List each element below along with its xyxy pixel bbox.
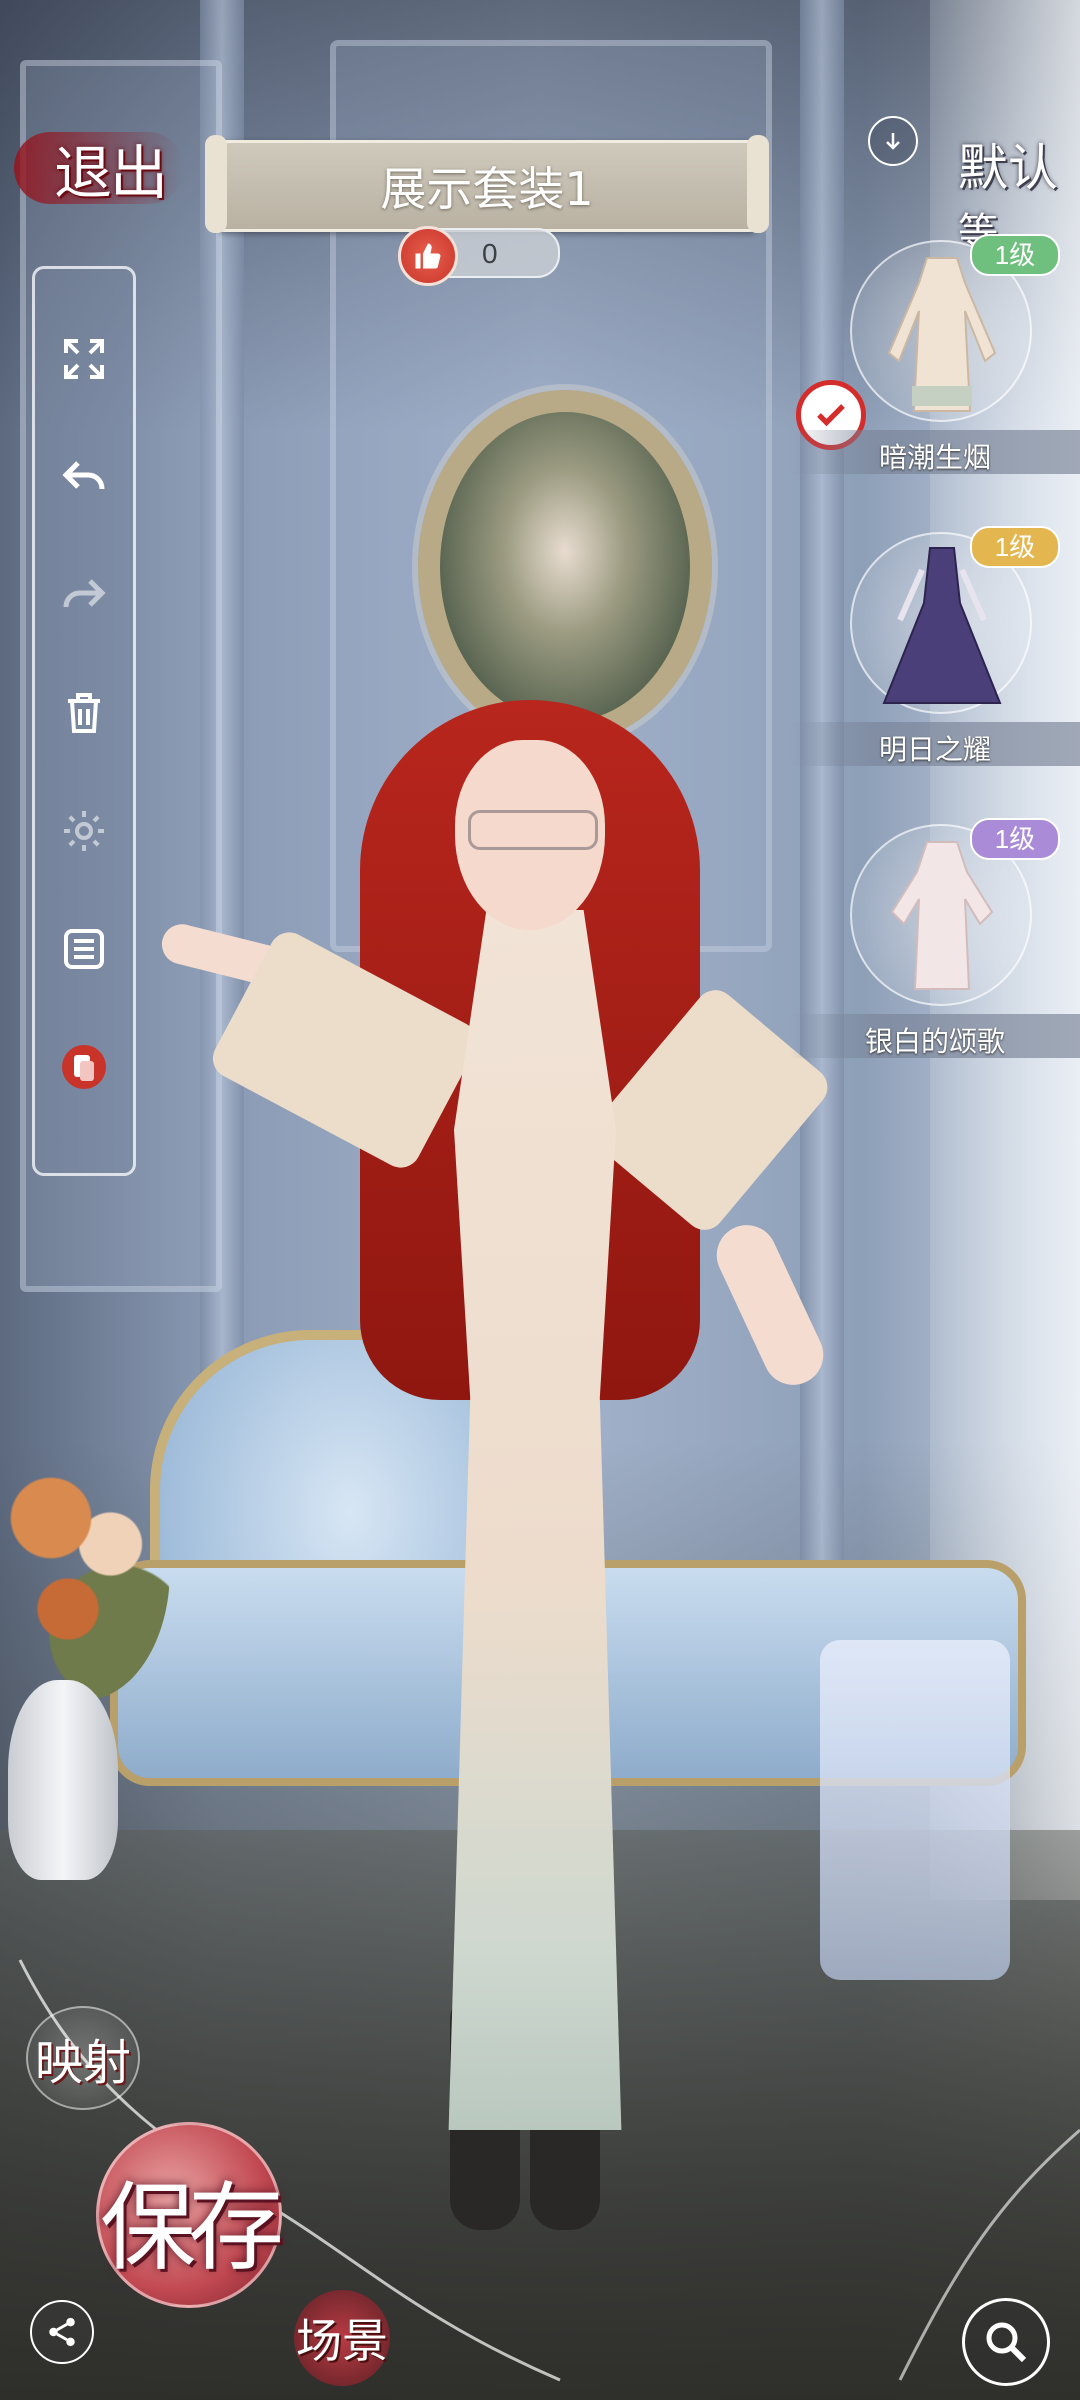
- outfit-title: 展示套装1: [380, 162, 594, 216]
- undo-button[interactable]: [54, 447, 114, 507]
- outfit-list-button[interactable]: [54, 919, 114, 979]
- game-scene: 退出 展示套装1 0 默认等 1级 暗潮生烟 1级 明日之耀 1级 银白的颂歌 …: [0, 0, 1080, 2400]
- like-count: 0: [482, 238, 498, 269]
- zoom-button[interactable]: [962, 2298, 1050, 2386]
- oval-mirror: [418, 390, 712, 744]
- like-counter[interactable]: 0: [398, 226, 560, 286]
- exit-label: 退出: [54, 139, 168, 207]
- outfit-name: 暗潮生烟: [878, 442, 991, 473]
- trash-icon: [68, 693, 100, 733]
- share-icon: [49, 2317, 75, 2347]
- photo-swap-button[interactable]: [54, 1037, 114, 1097]
- scene-button[interactable]: 场景: [294, 2290, 390, 2386]
- thumbs-up-icon[interactable]: [398, 226, 458, 286]
- outfit-card[interactable]: 1级 银白的颂歌: [790, 818, 1080, 1058]
- outfit-card[interactable]: 1级 暗潮生烟: [790, 234, 1080, 474]
- delete-button[interactable]: [54, 683, 114, 743]
- search-icon: [986, 2322, 1027, 2363]
- outfit-title-banner[interactable]: 展示套装1: [205, 135, 769, 233]
- outfit-card[interactable]: 1级 明日之耀: [790, 526, 1080, 766]
- exit-button[interactable]: 退出: [14, 132, 184, 207]
- level-badge: 1级: [970, 526, 1060, 568]
- redo-button[interactable]: [54, 565, 114, 625]
- flower-bouquet: [0, 1440, 170, 1700]
- character-glasses: [468, 810, 598, 850]
- settings-button[interactable]: [54, 801, 114, 861]
- fullscreen-button[interactable]: [54, 329, 114, 389]
- map-button[interactable]: 映射: [26, 2006, 140, 2110]
- edit-toolbar: [32, 266, 136, 1176]
- list-icon: [64, 929, 104, 969]
- undo-icon: [62, 461, 105, 490]
- scene-label: 场景: [296, 2314, 388, 2368]
- scroll-down-button[interactable]: [868, 116, 918, 166]
- character-arm-right: [706, 1215, 834, 1395]
- level-badge: 1级: [970, 818, 1060, 860]
- save-label[interactable]: 保存: [100, 2150, 284, 2289]
- default-label: 默认: [958, 139, 1058, 197]
- vase: [8, 1680, 118, 1880]
- fullscreen-icon: [64, 339, 104, 379]
- map-label: 映射: [34, 2035, 131, 2091]
- arrow-down-icon: [886, 133, 900, 150]
- share-button[interactable]: [30, 2300, 94, 2364]
- default-sort-button[interactable]: 默认等: [958, 128, 1080, 256]
- gear-icon: [64, 811, 104, 851]
- photo-swap-icon: [62, 1045, 106, 1089]
- outfit-name: 明日之耀: [878, 734, 991, 765]
- outfit-name: 银白的颂歌: [864, 1026, 1005, 1057]
- redo-icon: [63, 579, 106, 608]
- level-badge: 1级: [970, 234, 1060, 276]
